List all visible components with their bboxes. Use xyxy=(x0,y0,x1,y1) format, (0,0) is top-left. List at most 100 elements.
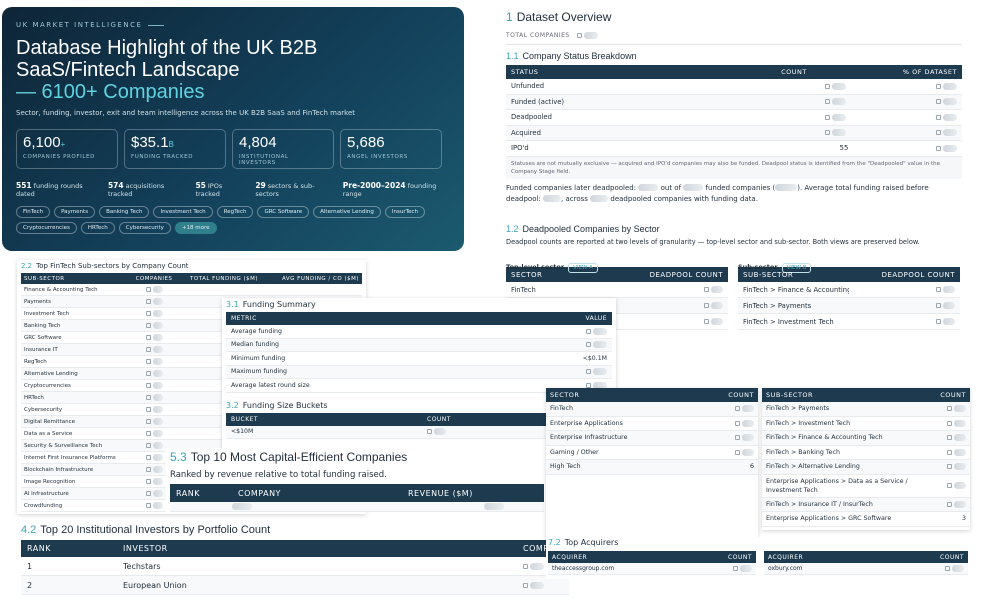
table-row: FinTech > Finance & Accounting Tech xyxy=(738,282,960,298)
sector-tag[interactable]: Alternative Lending xyxy=(313,206,381,218)
table-row: theaccessgroup.com xyxy=(548,563,756,575)
subsection-title: 1.1 Company Status Breakdown xyxy=(506,51,637,61)
fact-item: 55 IPOs tracked xyxy=(195,181,223,198)
table-row: Acquired xyxy=(506,125,962,141)
sector-tag[interactable]: Investment Tech xyxy=(153,206,213,218)
table-row: FinTech > Alternative Lending xyxy=(762,460,970,475)
hero-eyebrow: UK MARKET INTELLIGENCE xyxy=(16,21,450,29)
table-row: 1 Techstars xyxy=(21,557,569,576)
section-title: 5.3 Top 10 Most Capital-Efficient Compani… xyxy=(170,450,408,464)
subsection-title: 3.1 Funding Summary xyxy=(226,300,316,309)
table-row: Enterprise Applications xyxy=(546,417,758,431)
funding-table: Average funding Median funding Minimum f… xyxy=(226,325,612,393)
sector-tag[interactable]: InsurTech xyxy=(384,206,425,218)
stat-value: 6,100 xyxy=(23,134,61,151)
stat-value: $35.1 xyxy=(131,134,169,151)
table-row: FinTech > Investment Tech xyxy=(762,417,970,431)
subsection-title: 1.2 Deadpooled Companies by Sector xyxy=(506,224,660,234)
table-row: oxbury.com xyxy=(763,563,968,575)
table-row: Enterprise Applications > GRC Software 3 xyxy=(762,512,970,527)
table-row: FinTech xyxy=(506,282,728,298)
table-header: ACQUIRER COUNT xyxy=(763,551,968,563)
table-row: 2 European Union xyxy=(21,576,569,595)
table-header: SUB-SECTOR COUNT xyxy=(762,388,970,402)
subsector-name: HRTech xyxy=(24,394,44,401)
stat-label: FUNDING TRACKED xyxy=(131,154,194,160)
table-row: Finance & Accounting Tech xyxy=(21,284,362,296)
subsector-name: Banking Tech xyxy=(24,322,61,329)
subsector-name: Blockchain Infrastructure xyxy=(24,466,94,473)
hero-title-accent: — 6100+ Companies xyxy=(16,81,205,103)
subsector-name: Data as a Service xyxy=(24,430,73,437)
sector-tag[interactable]: RegTech xyxy=(216,206,254,218)
hero-title-line2: SaaS/Fintech Landscape xyxy=(16,59,240,81)
subsector-name: Security & Surveillance Tech xyxy=(24,442,103,449)
table-row: Deadpooled xyxy=(506,110,962,126)
sector-tag[interactable]: Banking Tech xyxy=(99,206,150,218)
more-tags-button[interactable]: +18 more xyxy=(174,222,217,234)
sector-tag[interactable]: Payments xyxy=(54,206,96,218)
sector-tags: FinTech Payments Banking Tech Investment… xyxy=(16,206,456,234)
capital-efficient-card: 5.3 Top 10 Most Capital-Efficient Compani… xyxy=(166,448,548,512)
subsector-name: Insurance IT xyxy=(24,346,58,353)
stat-label: ANGEL INVESTORS xyxy=(347,154,408,160)
dataset-overview: 1 Dataset Overview TOTAL COMPANIES 1.1 Com… xyxy=(500,8,968,218)
stat-card-institutional: 4,804 INSTITUTIONAL INVESTORS xyxy=(232,129,334,169)
deadpool-intro: Deadpool counts are reported at two leve… xyxy=(506,238,920,246)
table-row: FinTech > Banking Tech xyxy=(762,446,970,460)
sector-tag[interactable]: FinTech xyxy=(16,206,51,218)
hero-facts: 551 funding rounds dated 574 acquisitions … xyxy=(16,181,450,198)
table-row: Enterprise Applications > Data as a Serv… xyxy=(762,475,970,498)
deadpool-paragraph: Funded companies later deadpooled: out o… xyxy=(506,183,929,203)
subsector-name: Cryptocurrencies xyxy=(24,382,71,389)
table-row: FinTech > Investment Tech xyxy=(738,314,960,330)
sector-count-card: SECTOR COUNT FinTech Enterprise Applicati… xyxy=(546,388,758,538)
fact-item: Pre-2000–2024 founding range xyxy=(342,181,437,198)
subsector-name: AI Infrastructure xyxy=(24,490,69,497)
sector-tag[interactable]: Cryptocurrencies xyxy=(16,222,77,234)
table-row: Enterprise Infrastructure xyxy=(546,431,758,446)
table-row: FinTech > Payments xyxy=(738,298,960,314)
subsector-count-card: SUB-SECTOR COUNT FinTech > Payments FinTe… xyxy=(762,388,970,530)
sector-tag[interactable]: HRTech xyxy=(80,222,115,234)
table-header: RANK COMPANY REVENUE ($M) xyxy=(170,484,544,502)
section-title: 1 Dataset Overview xyxy=(506,10,612,24)
table-header: ACQUIRER COUNT xyxy=(548,551,756,563)
stat-cards: 6,100+ COMPANIES PROFILED $35.1B FUNDING… xyxy=(16,129,450,169)
sector-tag[interactable]: GRC Software xyxy=(257,206,310,218)
section-subtitle: Ranked by revenue relative to total fund… xyxy=(170,470,387,480)
stat-label: COMPANIES PROFILED xyxy=(23,154,95,160)
subsector-name: Cybersecurity xyxy=(24,406,63,413)
table-row xyxy=(170,502,544,512)
table-row: Minimum funding <$0.1M xyxy=(226,352,612,366)
institutional-investors-card: 4.2 Top 20 Institutional Investors by Por… xyxy=(17,524,573,604)
subsector-name: Crowdfunding xyxy=(24,502,63,509)
hero-title: Database Highlight of the UK B2B SaaS/Fi… xyxy=(16,37,450,103)
status-table: Unfunded Funded (active) Deadpooled Acqu… xyxy=(506,79,962,157)
top-acquirers-card: 7.2 Top Acquirers ACQUIRER COUNT theaccess… xyxy=(546,537,970,579)
sector-tag[interactable]: Cybersecurity xyxy=(118,222,171,234)
fact-item: 551 funding rounds dated xyxy=(16,181,83,198)
status-table-header: STATUS COUNT % OF DATASET xyxy=(506,65,962,79)
table-row: FinTech > Insurance IT / InsurTech xyxy=(762,497,970,512)
subsector-name: Digital Remittance xyxy=(24,418,76,425)
table-row: High Tech 6 xyxy=(546,460,758,475)
total-companies: TOTAL COMPANIES xyxy=(506,32,962,45)
subsector-name: Image Recognition xyxy=(24,478,76,485)
table-row: Median funding xyxy=(226,338,612,352)
subsector-name: RegTech xyxy=(24,358,47,365)
hero-banner: UK MARKET INTELLIGENCE Database Highligh… xyxy=(2,7,464,251)
subsection-title: 2.2 Top FinTech Sub-sectors by Company Co… xyxy=(21,262,189,270)
table-header: SUB-SECTOR COMPANIES TOTAL FUNDING ($M) AVG… xyxy=(21,273,362,284)
stat-suffix: B xyxy=(168,140,174,149)
subsector-name: Finance & Accounting Tech xyxy=(24,286,98,293)
stat-suffix: + xyxy=(60,140,66,149)
stat-value: 4,804 xyxy=(239,134,277,151)
hero-title-line1: Database Highlight of the UK B2B xyxy=(16,37,318,59)
subsector-name: Investment Tech xyxy=(24,310,70,317)
table-row: Unfunded xyxy=(506,79,962,95)
subsector-name: GRC Software xyxy=(24,334,62,341)
subsector-name: Alternative Lending xyxy=(24,370,78,377)
fact-item: 29 sectors & sub-sectors xyxy=(255,181,315,198)
table-row: Average funding xyxy=(226,325,612,339)
